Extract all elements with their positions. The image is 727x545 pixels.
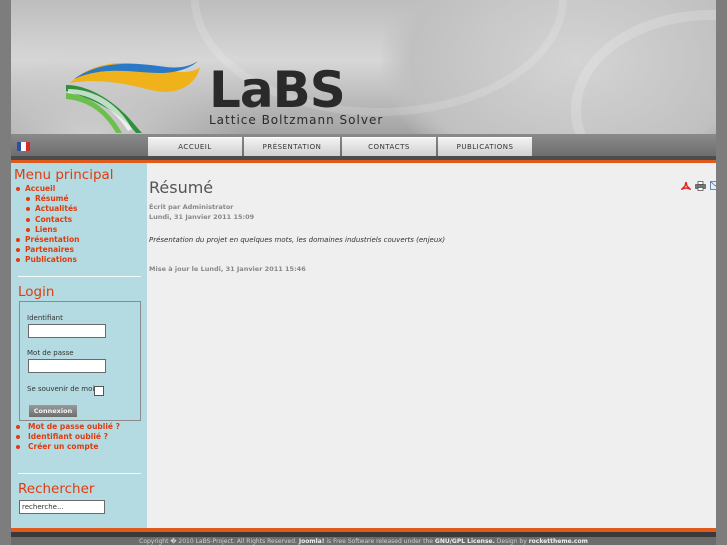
labs-logo-icon: [66, 61, 200, 133]
designer-link[interactable]: rockettheme.com: [529, 538, 588, 545]
login-form: Identifiant Mot de passe Se souvenir de …: [19, 301, 141, 421]
tab-presentation[interactable]: PRÉSENTATION: [244, 137, 340, 156]
remember-checkbox[interactable]: [94, 386, 104, 396]
email-icon[interactable]: [710, 181, 716, 190]
logo-wordmark: LaBS: [209, 61, 346, 119]
tab-contacts[interactable]: CONTACTS: [342, 137, 436, 156]
menu-item-partenaires[interactable]: Partenaires: [15, 245, 79, 255]
joomla-link[interactable]: Joomla!: [299, 538, 325, 545]
menu-item-liens[interactable]: Liens: [15, 225, 79, 235]
main-menu: Accueil Résumé Actualités Contacts Liens…: [15, 184, 79, 266]
search-input[interactable]: recherche...: [19, 500, 105, 514]
footer-free-text: is Free Software released under the: [326, 538, 433, 545]
remember-label: Se souvenir de moi: [27, 385, 95, 393]
site-footer: Copyright � 2010 LaBS-Project. All Right…: [11, 537, 716, 545]
license-link[interactable]: GNU/GPL License.: [435, 538, 495, 545]
article-date: Lundi, 31 Janvier 2011 15:09: [149, 213, 255, 221]
footer-design-text: Design by: [496, 538, 527, 545]
pdf-icon[interactable]: [681, 181, 691, 191]
tab-accueil[interactable]: ACCUEIL: [148, 137, 242, 156]
tab-publications[interactable]: PUBLICATIONS: [438, 137, 532, 156]
article-author: Écrit par Administrator: [149, 203, 234, 211]
menu-item-resume[interactable]: Résumé: [15, 194, 79, 204]
login-button[interactable]: Connexion: [29, 405, 77, 417]
sidebar: Menu principal Accueil Résumé Actualités…: [11, 163, 147, 528]
search-title: Rechercher: [18, 481, 95, 497]
password-label: Mot de passe: [27, 349, 74, 357]
main-nav: ACCUEIL PRÉSENTATION CONTACTS PUBLICATIO…: [11, 134, 716, 156]
login-title: Login: [18, 284, 55, 300]
password-input[interactable]: [28, 359, 106, 373]
main-content: Résumé Écrit par Administrator Lundi, 31…: [147, 163, 716, 528]
page: LaBS Lattice Boltzmann Solver ACCUEIL PR…: [11, 0, 716, 545]
login-links: Mot de passe oublié ? Identifiant oublié…: [15, 422, 120, 453]
site-header: LaBS Lattice Boltzmann Solver: [11, 0, 716, 134]
article-updated: Mise à jour le Lundi, 31 Janvier 2011 15…: [149, 265, 306, 273]
french-flag-icon[interactable]: [17, 142, 30, 151]
divider: [18, 276, 141, 277]
menu-item-presentation[interactable]: Présentation: [15, 235, 79, 245]
menu-item-actualites[interactable]: Actualités: [15, 204, 79, 214]
create-account-link[interactable]: Créer un compte: [15, 442, 120, 452]
forgot-username-link[interactable]: Identifiant oublié ?: [15, 432, 120, 442]
article-intro: Présentation du projet en quelques mots,…: [149, 236, 446, 244]
menu-title: Menu principal: [14, 167, 114, 183]
menu-item-accueil[interactable]: Accueil: [15, 184, 79, 194]
divider: [18, 473, 141, 474]
copyright-text: Copyright � 2010 LaBS-Project. All Right…: [139, 538, 297, 545]
forgot-password-link[interactable]: Mot de passe oublié ?: [15, 422, 120, 432]
menu-item-publications[interactable]: Publications: [15, 255, 79, 265]
article-title: Résumé: [149, 178, 214, 197]
username-input[interactable]: [28, 324, 106, 338]
print-icon[interactable]: [695, 181, 706, 191]
menu-item-contacts[interactable]: Contacts: [15, 215, 79, 225]
logo-subtitle: Lattice Boltzmann Solver: [209, 113, 384, 127]
username-label: Identifiant: [27, 314, 63, 322]
